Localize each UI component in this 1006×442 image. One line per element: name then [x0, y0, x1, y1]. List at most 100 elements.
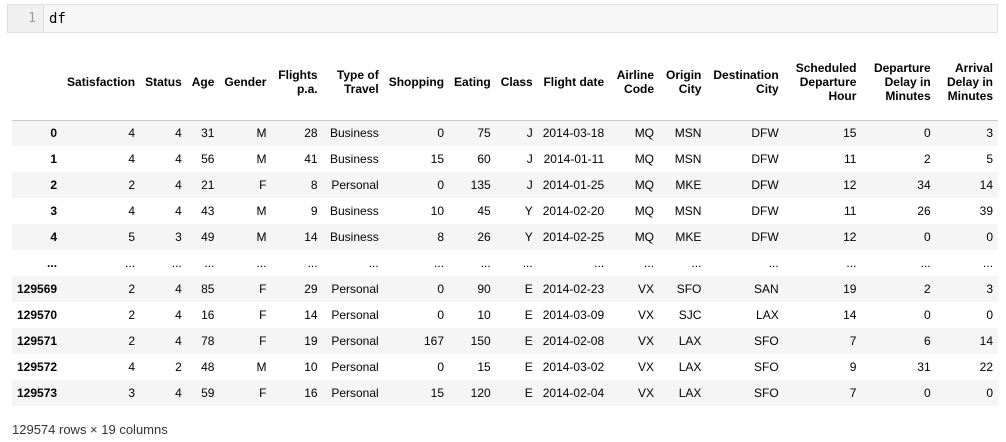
table-cell: 26 [917, 204, 931, 218]
table-cell: 31 [917, 360, 931, 374]
table-cell: VX [638, 308, 655, 322]
table-cell: 2 [923, 152, 931, 166]
table-cell: 3 [986, 282, 993, 296]
table-cell: 2014-02-08 [542, 334, 605, 348]
table-cell: 0 [437, 308, 445, 322]
table-cell: 0 [923, 386, 931, 400]
row-index: 129569 [17, 282, 58, 296]
table-row: 129570 2 4 16 F 14 Personal 0 10 E 2014-03-09 VX SJC… [12, 302, 998, 328]
table-cell: 2014-03-18 [542, 126, 605, 141]
table-cell: 15 [477, 360, 491, 374]
table-cell: MQ [634, 204, 655, 218]
row-index: 129570 [17, 308, 58, 322]
table-body: 0 4 4 31 M 28 Business 0 75 J 2014-03-18 MQ MSN DFW 15… [12, 120, 998, 406]
table-cell: 0 [437, 126, 445, 141]
table-cell: 0 [437, 282, 445, 296]
table-cell: Personal [331, 360, 379, 374]
table-cell: E [524, 386, 533, 400]
table-cell: ... [522, 256, 533, 270]
table-cell: 5 [986, 152, 993, 166]
table-cell: 10 [477, 308, 491, 322]
table-cell: 2 [128, 282, 136, 296]
row-index: 3 [50, 204, 58, 218]
table-cell: 0 [986, 386, 993, 400]
table-cell: 2014-02-20 [542, 204, 605, 218]
table-cell: ... [125, 256, 136, 270]
table-cell: 4 [175, 282, 182, 296]
column-header: Gender [219, 54, 272, 121]
table-cell: 2 [923, 282, 931, 296]
table-cell: F [259, 334, 267, 348]
table-cell: 29 [304, 282, 318, 296]
index-header [12, 54, 63, 121]
table-cell: 5 [128, 230, 136, 244]
table-row: 129569 2 4 85 F 29 Personal 0 90 E 2014-02-23 VX SFO… [12, 276, 998, 302]
table-row: 0 4 4 31 M 28 Business 0 75 J 2014-03-18 MQ MSN DFW 15… [12, 120, 998, 146]
table-cell: J [526, 126, 533, 141]
table-cell: MQ [634, 178, 655, 192]
table-cell: 2014-02-04 [542, 386, 605, 400]
table-cell: LAX [678, 360, 702, 374]
table-cell: M [256, 204, 267, 218]
code-text[interactable]: df [44, 11, 66, 27]
column-header: Type of Travel [322, 54, 384, 121]
row-index: 2 [50, 178, 58, 192]
table-cell: ... [256, 256, 267, 270]
table-cell: 4 [175, 152, 182, 166]
column-header: Destination City [706, 54, 784, 121]
code-cell-input[interactable]: 1 df [7, 4, 998, 33]
table-cell: 48 [201, 360, 215, 374]
dataframe-table: Satisfaction Status Age Gender Flights p.a. T… [12, 54, 998, 406]
table-cell: 12 [843, 178, 857, 192]
table-cell: 135 [470, 178, 491, 192]
table-cell: SFO [754, 360, 779, 374]
table-cell: SJC [678, 308, 702, 322]
table-cell: MQ [634, 152, 655, 166]
table-cell: 2014-01-25 [542, 178, 605, 192]
line-number-gutter: 1 [8, 5, 44, 32]
column-header: Flights p.a. [271, 54, 323, 121]
table-cell: ... [768, 256, 779, 270]
table-cell: DFW [751, 178, 779, 192]
table-cell: SFO [754, 334, 779, 348]
table-cell: 14 [843, 308, 857, 322]
table-cell: 15 [430, 152, 445, 166]
table-cell: 60 [477, 152, 491, 166]
table-cell: 0 [437, 360, 445, 374]
table-cell: ... [307, 256, 318, 270]
table-cell: 0 [923, 230, 931, 244]
table-cell: 7 [849, 386, 857, 400]
table-cell: Business [330, 126, 379, 141]
table-cell: 19 [304, 334, 318, 348]
table-row: 4 5 3 49 M 14 Business 8 26 Y 2014-02-25 MQ MKE DFW 12… [12, 224, 998, 250]
table-cell: MSN [674, 152, 702, 166]
table-cell: 150 [470, 334, 491, 348]
table-cell: ... [691, 256, 702, 270]
cell-output: Satisfaction Status Age Gender Flights p.a. T… [12, 54, 998, 406]
dataframe-shape-label: 129574 rows × 19 columns [12, 422, 168, 437]
table-cell: 0 [923, 126, 931, 141]
table-cell: DFW [751, 204, 779, 218]
table-cell: 2 [175, 360, 182, 374]
table-row: 129571 2 4 78 F 19 Personal 167 150 E 2014-02-08 VX… [12, 328, 998, 354]
row-index: 129573 [17, 386, 58, 400]
table-cell: 2 [128, 178, 136, 192]
table-cell: 15 [843, 126, 857, 141]
table-row: 129572 4 2 48 M 10 Personal 0 15 E 2014-03-02 VX LAX… [12, 354, 998, 380]
table-cell: 75 [477, 126, 491, 141]
table-cell: Personal [331, 282, 379, 296]
table-cell: 16 [304, 386, 318, 400]
table-cell: J [526, 152, 533, 166]
table-cell: VX [638, 334, 655, 348]
column-header: Departure Delay in Minutes [861, 54, 936, 121]
table-cell: F [259, 178, 267, 192]
table-cell: 4 [128, 360, 136, 374]
column-header: Flight date [537, 54, 610, 121]
table-cell: 7 [849, 334, 857, 348]
table-cell: Business [330, 152, 379, 166]
table-cell: VX [638, 360, 655, 374]
table-cell: 4 [175, 204, 182, 218]
table-cell: 45 [477, 204, 491, 218]
table-cell: DFW [751, 152, 779, 166]
table-cell: 4 [175, 178, 182, 192]
